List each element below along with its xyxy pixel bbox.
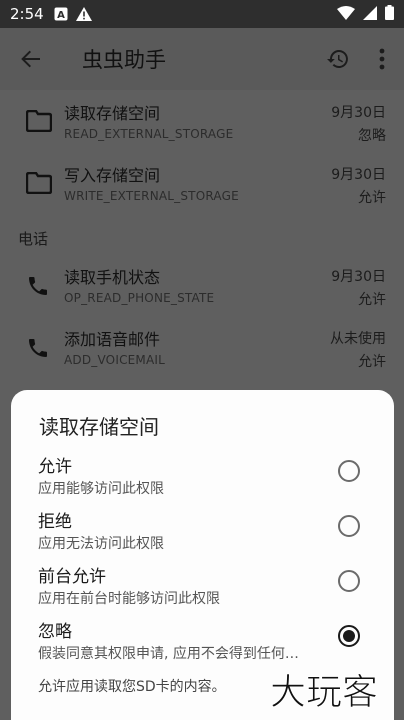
option-foreground[interactable]: 前台允许 应用在前台时能够访问此权限: [11, 561, 394, 615]
permission-state: 忽略: [358, 128, 386, 144]
warning-icon: [75, 7, 92, 21]
status-time: 2:54: [10, 5, 44, 23]
permission-name: 添加语音邮件: [64, 330, 161, 349]
phone-icon: [26, 274, 54, 302]
phone-icon: [26, 336, 54, 364]
permission-date: 9月30日: [331, 105, 386, 121]
option-description: 应用在前台时能够访问此权限: [38, 591, 220, 607]
permission-state: 允许: [358, 190, 386, 206]
sheet-title: 读取存储空间: [39, 415, 159, 439]
option-allow[interactable]: 允许 应用能够访问此权限: [11, 451, 394, 505]
sheet-footer: 允许应用读取您SD卡的内容。: [38, 679, 226, 695]
permission-code: READ_EXTERNAL_STORAGE: [64, 127, 234, 141]
option-deny[interactable]: 拒绝 应用无法访问此权限: [11, 506, 394, 560]
radio-button[interactable]: [338, 460, 360, 482]
battery-icon: [385, 4, 394, 24]
option-description: 应用无法访问此权限: [38, 536, 164, 552]
permission-row[interactable]: 读取手机状态 OP_READ_PHONE_STATE 9月30日 允许: [0, 256, 404, 316]
permission-date: 从未使用: [330, 331, 386, 347]
option-label: 允许: [38, 457, 72, 477]
folder-icon: [25, 109, 54, 138]
more-options-button[interactable]: [360, 28, 404, 90]
svg-text:A: A: [57, 10, 65, 21]
option-label: 忽略: [38, 622, 72, 642]
status-bar: 2:54 A: [0, 0, 404, 28]
signal-icon: [363, 5, 377, 24]
option-label: 前台允许: [38, 567, 106, 587]
page-title: 虫虫助手: [82, 48, 166, 72]
section-header-phone: 电话: [18, 230, 49, 248]
permission-code: WRITE_EXTERNAL_STORAGE: [64, 189, 239, 203]
option-description: 假装同意其权限申请, 应用不会得到任何数据: [38, 646, 310, 662]
text-a-icon: A: [54, 7, 68, 21]
back-button[interactable]: [0, 28, 62, 90]
history-icon: [327, 50, 348, 68]
option-description: 应用能够访问此权限: [38, 481, 164, 497]
option-ignore[interactable]: 忽略 假装同意其权限申请, 应用不会得到任何数据: [11, 616, 394, 670]
more-vert-icon: [379, 48, 385, 70]
option-label: 拒绝: [38, 512, 72, 532]
radio-button-selected[interactable]: [338, 625, 360, 647]
radio-button[interactable]: [338, 515, 360, 537]
permission-name: 写入存储空间: [64, 166, 161, 185]
permission-state: 允许: [358, 292, 386, 308]
permission-row[interactable]: 读取存储空间 READ_EXTERNAL_STORAGE 9月30日 忽略: [0, 92, 404, 152]
svg-text:大玩客: 大玩客: [270, 672, 378, 712]
wifi-icon: [337, 5, 355, 24]
permission-date: 9月30日: [331, 167, 386, 183]
permission-row[interactable]: 写入存储空间 WRITE_EXTERNAL_STORAGE 9月30日 允许: [0, 154, 404, 214]
permission-state: 允许: [358, 354, 386, 370]
history-button[interactable]: [316, 28, 360, 90]
app-toolbar: 虫虫助手: [0, 28, 404, 90]
permission-code: OP_READ_PHONE_STATE: [64, 291, 215, 305]
permission-date: 9月30日: [331, 269, 386, 285]
permission-name: 读取手机状态: [64, 268, 161, 287]
folder-icon: [25, 171, 54, 200]
radio-button[interactable]: [338, 570, 360, 592]
watermark-logo: 大玩客: [270, 668, 394, 716]
arrow-back-icon: [21, 50, 40, 68]
permission-row[interactable]: 添加语音邮件 ADD_VOICEMAIL 从未使用 允许: [0, 318, 404, 378]
permission-code: ADD_VOICEMAIL: [64, 353, 166, 367]
permission-name: 读取存储空间: [64, 104, 161, 123]
